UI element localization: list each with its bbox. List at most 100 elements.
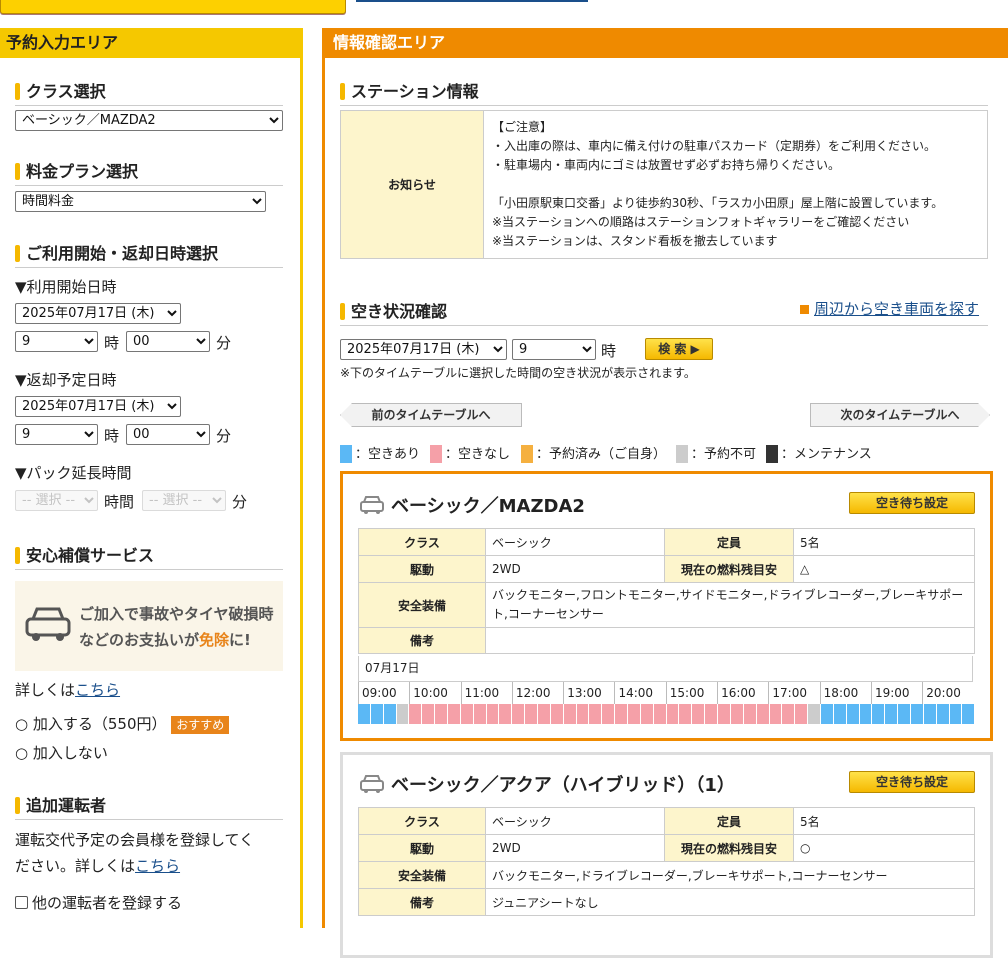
timetable-slot[interactable] (705, 704, 719, 724)
timetable-slot[interactable] (846, 704, 860, 724)
timetable-slot[interactable] (936, 704, 950, 724)
timetable-slot[interactable] (859, 704, 873, 724)
timetable-slot[interactable] (358, 704, 371, 724)
legend-full-swatch (430, 445, 442, 463)
timetable-hour: 14:00 (614, 682, 665, 704)
return-date-select[interactable]: 2025年07月17日 (木) (15, 396, 181, 417)
timetable-slot[interactable] (769, 704, 783, 724)
driver-checkbox-row[interactable]: 他の運転者を登録する (15, 892, 182, 913)
join-option[interactable]: ○ 加入する（550円） おすすめ (15, 713, 230, 734)
spec-safety-label: 安全装備 (358, 861, 486, 889)
timetable-slot[interactable] (743, 704, 757, 724)
search-date-select[interactable]: 2025年07月17日 (木) (340, 339, 507, 360)
return-hour-select[interactable]: 9 (15, 424, 98, 445)
start-minute-unit: 分 (216, 334, 232, 352)
timetable-slot[interactable] (923, 704, 937, 724)
driver-text-2: ださい。詳しくはこちら (15, 855, 180, 876)
timetable-slot[interactable] (692, 704, 706, 724)
car-spec-table: クラス ベーシック 定員 5名 駆動 2WD 現在の燃料残目安 ○ 安全装備 バ… (358, 807, 975, 916)
join-option-label: 加入する（550円） (32, 715, 167, 733)
timetable-hour: 16:00 (717, 682, 768, 704)
timetable-hour: 15:00 (665, 682, 717, 704)
timetable-slot[interactable] (473, 704, 487, 724)
legend-unavailable: ：予約不可 (676, 443, 756, 463)
wait-setting-button[interactable]: 空き待ち設定 (849, 771, 975, 793)
insurance-banner: ご加入で事故やタイヤ破損時 などのお支払いが免除に! (15, 581, 283, 671)
timetable-slot[interactable] (370, 704, 384, 724)
timetable-slot[interactable] (550, 704, 564, 724)
driver-text-2-prefix: ださい。詳しくは (15, 857, 136, 875)
spec-remarks-value (485, 627, 975, 654)
return-minute-select[interactable]: 00 (126, 424, 210, 445)
search-button[interactable]: 検 索 ▶ (645, 338, 713, 360)
timetable-slot[interactable] (602, 704, 616, 724)
timetable-slot[interactable] (898, 704, 911, 724)
timetable-slot[interactable] (949, 704, 963, 724)
timetable-slot[interactable] (435, 704, 449, 724)
timetable-hour: 12:00 (511, 682, 563, 704)
top-action-button[interactable] (0, 0, 346, 14)
timetable-slot[interactable] (885, 704, 899, 724)
timetable-slot[interactable] (538, 704, 551, 724)
nearby-link-row[interactable]: 周辺から空き車両を探す (800, 298, 979, 319)
no-join-radio[interactable]: ○ (15, 744, 33, 762)
timetable-slot[interactable] (653, 704, 667, 724)
spec-drive-label: 駆動 (358, 834, 486, 862)
timetable-slot[interactable] (795, 704, 809, 724)
legend-free: ：空きあり (340, 443, 420, 463)
timetable-slot[interactable] (615, 704, 629, 724)
timetable-slot[interactable] (486, 704, 500, 724)
timetable-slot[interactable] (718, 704, 731, 724)
class-select[interactable]: ベーシック／MAZDA2 (15, 110, 283, 131)
driver-text-1: 運転交代予定の会員様を登録してく (15, 831, 255, 849)
start-minute-select[interactable]: 00 (126, 331, 210, 352)
next-timetable-button[interactable]: 次のタイムテーブルへ (810, 403, 990, 427)
timetable-slot[interactable] (782, 704, 796, 724)
start-hour-select[interactable]: 9 (15, 331, 98, 352)
timetable-slot[interactable] (396, 704, 410, 724)
start-datetime-label: ▼利用開始日時 (15, 278, 117, 296)
wait-setting-button[interactable]: 空き待ち設定 (849, 492, 975, 514)
nearby-link[interactable]: 周辺から空き車両を探す (814, 300, 979, 318)
timetable-slot[interactable] (576, 704, 590, 724)
driver-details-link[interactable]: こちら (135, 857, 180, 875)
timetable-slot[interactable] (666, 704, 680, 724)
timetable-slot[interactable] (730, 704, 744, 724)
timetable-slot[interactable] (589, 704, 603, 724)
timetable-slot[interactable] (820, 704, 834, 724)
timetable-slot[interactable] (409, 704, 423, 724)
timetable-slot[interactable] (422, 704, 436, 724)
join-radio[interactable]: ○ (15, 715, 33, 733)
start-date-select[interactable]: 2025年07月17日 (木) (15, 303, 181, 324)
search-note: ※下のタイムテーブルに選択した時間の空き状況が表示されます。 (340, 366, 696, 380)
prev-timetable-button[interactable]: 前のタイムテーブルへ (340, 403, 522, 427)
timetable-slot[interactable] (460, 704, 474, 724)
timetable-hour: 13:00 (563, 682, 614, 704)
timetable-slot[interactable] (499, 704, 513, 724)
insurance-details-link[interactable]: こちら (75, 681, 120, 699)
pack-hour-select[interactable]: -- 選択 -- (15, 490, 98, 511)
timetable-slot[interactable] (640, 704, 654, 724)
timetable-slot[interactable] (833, 704, 847, 724)
timetable-slot[interactable] (910, 704, 924, 724)
search-hour-select[interactable]: 9 (512, 339, 596, 360)
timetable-slot[interactable] (962, 704, 976, 724)
notice-line: ・入出庫の際は、車内に備え付けの駐車パスカード（定期券）をご利用ください。 (492, 139, 937, 153)
spec-capacity-label: 定員 (664, 528, 794, 556)
timetable-slot[interactable] (563, 704, 577, 724)
timetable-slot[interactable] (448, 704, 461, 724)
top-link-underline[interactable] (356, 0, 588, 2)
timetable-slot[interactable] (383, 704, 397, 724)
notice-line: ※当ステーションへの順路はステーションフォトギャラリーをご確認ください (492, 215, 910, 229)
driver-checkbox[interactable] (15, 896, 28, 909)
no-join-option[interactable]: ○ 加入しない (15, 742, 108, 763)
timetable-slot[interactable] (628, 704, 641, 724)
timetable-slot[interactable] (808, 704, 821, 724)
timetable-slot[interactable] (872, 704, 886, 724)
timetable-slot[interactable] (525, 704, 539, 724)
timetable-slot[interactable] (756, 704, 770, 724)
plan-select[interactable]: 時間料金 (15, 191, 266, 212)
pack-minute-select[interactable]: -- 選択 -- (142, 490, 226, 511)
timetable-slot[interactable] (679, 704, 693, 724)
timetable-slot[interactable] (512, 704, 526, 724)
